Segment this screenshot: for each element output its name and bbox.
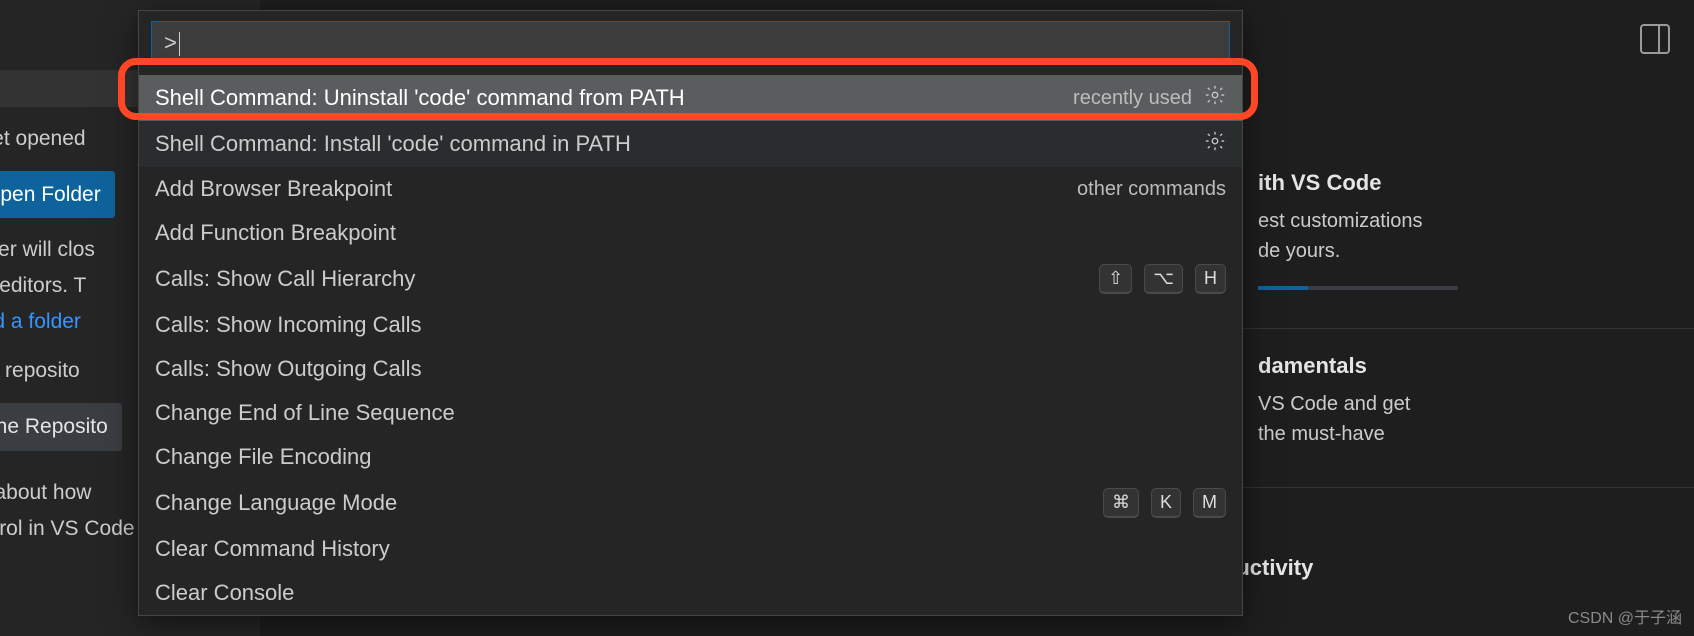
command-palette-item[interactable]: Change End of Line Sequence (139, 391, 1242, 435)
command-palette-item[interactable]: Calls: Show Outgoing Calls (139, 347, 1242, 391)
command-label: Add Function Breakpoint (155, 220, 1226, 246)
separator (1240, 328, 1694, 329)
command-palette-item[interactable]: Add Browser Breakpointother commands (139, 167, 1242, 211)
command-palette-item[interactable]: Add Function Breakpoint (139, 211, 1242, 255)
card-text: VS Code and get (1258, 389, 1676, 419)
command-label: Change End of Line Sequence (155, 400, 1226, 426)
command-palette-input[interactable]: > (151, 21, 1230, 65)
clone-repository-button[interactable]: one Reposito (0, 403, 122, 451)
command-palette-list: Shell Command: Uninstall 'code' command … (139, 75, 1242, 615)
command-palette-item[interactable]: Shell Command: Uninstall 'code' command … (139, 75, 1242, 121)
command-label: Calls: Show Incoming Calls (155, 312, 1226, 338)
keybinding-key: ⌥ (1144, 264, 1183, 294)
separator (1240, 487, 1694, 488)
command-label: Add Browser Breakpoint (155, 176, 1077, 202)
command-label: Change Language Mode (155, 490, 1103, 516)
command-palette-item[interactable]: Calls: Show Incoming Calls (139, 303, 1242, 347)
command-label: Calls: Show Outgoing Calls (155, 356, 1226, 382)
command-label: Shell Command: Install 'code' command in… (155, 131, 1204, 157)
card-title: ith VS Code (1258, 170, 1676, 196)
welcome-panel: ith VS Code est customizations de yours.… (1240, 0, 1694, 636)
keybinding-key: M (1193, 488, 1226, 518)
card-text: est customizations (1258, 206, 1676, 236)
command-palette-item[interactable]: Shell Command: Install 'code' command in… (139, 121, 1242, 167)
open-folder-button[interactable]: Open Folder (0, 171, 115, 219)
keybinding-key: H (1195, 264, 1226, 294)
split-editor-icon[interactable] (1640, 24, 1670, 54)
progress-bar (1258, 286, 1458, 290)
watermark: CSDN @于子涵 (1568, 604, 1682, 628)
command-palette-item[interactable]: Clear Console (139, 571, 1242, 615)
gear-icon[interactable] (1204, 84, 1226, 112)
command-palette-item[interactable]: Change Language Mode⌘ KM (139, 479, 1242, 527)
command-label: Clear Console (155, 580, 1226, 606)
card-title: damentals (1258, 353, 1676, 379)
keybinding-key: ⇧ (1099, 264, 1132, 294)
command-label: Clear Command History (155, 536, 1226, 562)
gear-icon[interactable] (1204, 130, 1226, 158)
card-text: the must-have (1258, 419, 1676, 449)
welcome-card-vscode[interactable]: ith VS Code est customizations de yours. (1240, 160, 1694, 310)
group-label: recently used (1073, 87, 1192, 110)
keybinding-key: ⌘ (1103, 488, 1139, 518)
command-label: Change File Encoding (155, 444, 1226, 470)
group-label: other commands (1077, 178, 1226, 201)
command-palette-item[interactable]: Clear Command History (139, 527, 1242, 571)
command-label: Shell Command: Uninstall 'code' command … (155, 85, 1073, 111)
keybinding-key: K (1151, 488, 1181, 518)
command-palette: > Shell Command: Uninstall 'code' comman… (138, 10, 1243, 616)
command-label: Calls: Show Call Hierarchy (155, 266, 1099, 292)
command-palette-item[interactable]: Calls: Show Call Hierarchy⇧ ⌥ H (139, 255, 1242, 303)
command-palette-item[interactable]: Change File Encoding (139, 435, 1242, 479)
card-text: de yours. (1258, 236, 1676, 266)
welcome-card-fundamentals[interactable]: damentals VS Code and get the must-have (1240, 343, 1694, 469)
